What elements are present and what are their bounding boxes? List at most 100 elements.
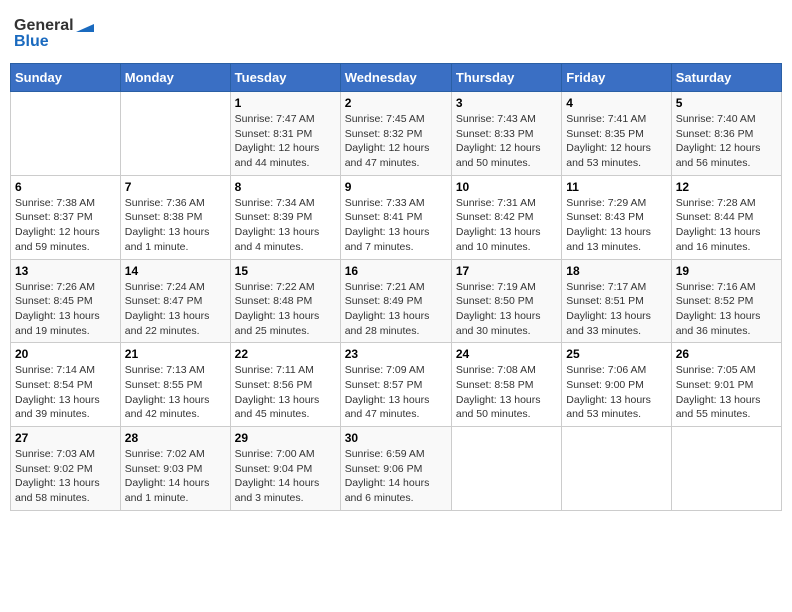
- day-number: 18: [566, 264, 666, 278]
- day-info: Sunrise: 7:28 AM Sunset: 8:44 PM Dayligh…: [676, 196, 777, 255]
- week-row-3: 13Sunrise: 7:26 AM Sunset: 8:45 PM Dayli…: [11, 259, 782, 343]
- day-info: Sunrise: 7:43 AM Sunset: 8:33 PM Dayligh…: [456, 112, 557, 171]
- day-number: 1: [235, 96, 336, 110]
- day-info: Sunrise: 7:29 AM Sunset: 8:43 PM Dayligh…: [566, 196, 666, 255]
- day-header-saturday: Saturday: [671, 64, 781, 92]
- day-info: Sunrise: 7:16 AM Sunset: 8:52 PM Dayligh…: [676, 280, 777, 339]
- day-number: 17: [456, 264, 557, 278]
- calendar-cell: 30 Sunrise: 6:59 AM Sunset: 9:06 PM Dayli…: [340, 427, 451, 511]
- day-number: 30: [345, 431, 447, 445]
- day-info: Sunrise: 7:21 AM Sunset: 8:49 PM Dayligh…: [345, 280, 447, 339]
- logo-text: General Blue: [14, 10, 104, 55]
- calendar-cell: 13Sunrise: 7:26 AM Sunset: 8:45 PM Dayli…: [11, 259, 121, 343]
- calendar-cell: 11Sunrise: 7:29 AM Sunset: 8:43 PM Dayli…: [562, 175, 671, 259]
- day-info: Sunrise: 7:34 AM Sunset: 8:39 PM Dayligh…: [235, 196, 336, 255]
- day-info: Sunrise: 7:13 AM Sunset: 8:55 PM Dayligh…: [125, 363, 226, 422]
- day-header-thursday: Thursday: [451, 64, 561, 92]
- week-row-1: 1 Sunrise: 7:47 AM Sunset: 8:31 PM Daylig…: [11, 92, 782, 176]
- day-info: Sunrise: 7:41 AM Sunset: 8:35 PM Dayligh…: [566, 112, 666, 171]
- calendar-body: 1 Sunrise: 7:47 AM Sunset: 8:31 PM Daylig…: [11, 92, 782, 511]
- day-info: Sunrise: 6:59 AM Sunset: 9:06 PM Dayligh…: [345, 447, 447, 506]
- calendar-cell: 25 Sunrise: 7:06 AM Sunset: 9:00 PM Dayli…: [562, 343, 671, 427]
- day-number: 21: [125, 347, 226, 361]
- calendar-cell: 6Sunrise: 7:38 AM Sunset: 8:37 PM Daylig…: [11, 175, 121, 259]
- day-header-tuesday: Tuesday: [230, 64, 340, 92]
- calendar-cell: [120, 92, 230, 176]
- week-row-2: 6Sunrise: 7:38 AM Sunset: 8:37 PM Daylig…: [11, 175, 782, 259]
- day-info: Sunrise: 7:06 AM Sunset: 9:00 PM Dayligh…: [566, 363, 666, 422]
- day-number: 16: [345, 264, 447, 278]
- calendar-cell: 8 Sunrise: 7:34 AM Sunset: 8:39 PM Daylig…: [230, 175, 340, 259]
- calendar-cell: 10 Sunrise: 7:31 AM Sunset: 8:42 PM Dayli…: [451, 175, 561, 259]
- day-number: 10: [456, 180, 557, 194]
- days-of-week-row: SundayMondayTuesdayWednesdayThursdayFrid…: [11, 64, 782, 92]
- svg-text:General: General: [14, 17, 74, 34]
- day-number: 9: [345, 180, 447, 194]
- calendar-cell: 18 Sunrise: 7:17 AM Sunset: 8:51 PM Dayli…: [562, 259, 671, 343]
- calendar-cell: 27 Sunrise: 7:03 AM Sunset: 9:02 PM Dayli…: [11, 427, 121, 511]
- calendar-cell: 1 Sunrise: 7:47 AM Sunset: 8:31 PM Daylig…: [230, 92, 340, 176]
- calendar-cell: 2 Sunrise: 7:45 AM Sunset: 8:32 PM Daylig…: [340, 92, 451, 176]
- day-info: Sunrise: 7:11 AM Sunset: 8:56 PM Dayligh…: [235, 363, 336, 422]
- calendar-cell: 24 Sunrise: 7:08 AM Sunset: 8:58 PM Dayli…: [451, 343, 561, 427]
- calendar-cell: 7 Sunrise: 7:36 AM Sunset: 8:38 PM Daylig…: [120, 175, 230, 259]
- day-number: 8: [235, 180, 336, 194]
- svg-text:Blue: Blue: [14, 33, 49, 50]
- calendar-cell: 26 Sunrise: 7:05 AM Sunset: 9:01 PM Dayli…: [671, 343, 781, 427]
- day-info: Sunrise: 7:47 AM Sunset: 8:31 PM Dayligh…: [235, 112, 336, 171]
- day-info: Sunrise: 7:08 AM Sunset: 8:58 PM Dayligh…: [456, 363, 557, 422]
- calendar-cell: [671, 427, 781, 511]
- calendar-cell: 23Sunrise: 7:09 AM Sunset: 8:57 PM Dayli…: [340, 343, 451, 427]
- calendar-cell: 3 Sunrise: 7:43 AM Sunset: 8:33 PM Daylig…: [451, 92, 561, 176]
- calendar-cell: 20Sunrise: 7:14 AM Sunset: 8:54 PM Dayli…: [11, 343, 121, 427]
- day-info: Sunrise: 7:33 AM Sunset: 8:41 PM Dayligh…: [345, 196, 447, 255]
- day-header-sunday: Sunday: [11, 64, 121, 92]
- day-info: Sunrise: 7:40 AM Sunset: 8:36 PM Dayligh…: [676, 112, 777, 171]
- day-number: 29: [235, 431, 336, 445]
- calendar-cell: 29Sunrise: 7:00 AM Sunset: 9:04 PM Dayli…: [230, 427, 340, 511]
- day-number: 22: [235, 347, 336, 361]
- day-number: 25: [566, 347, 666, 361]
- day-number: 24: [456, 347, 557, 361]
- calendar-cell: 19 Sunrise: 7:16 AM Sunset: 8:52 PM Dayli…: [671, 259, 781, 343]
- day-info: Sunrise: 7:38 AM Sunset: 8:37 PM Dayligh…: [15, 196, 116, 255]
- calendar-cell: 5 Sunrise: 7:40 AM Sunset: 8:36 PM Daylig…: [671, 92, 781, 176]
- calendar-cell: [11, 92, 121, 176]
- calendar-header: SundayMondayTuesdayWednesdayThursdayFrid…: [11, 64, 782, 92]
- logo: General Blue: [14, 10, 104, 55]
- day-header-monday: Monday: [120, 64, 230, 92]
- day-number: 4: [566, 96, 666, 110]
- day-number: 26: [676, 347, 777, 361]
- calendar-cell: 21 Sunrise: 7:13 AM Sunset: 8:55 PM Dayli…: [120, 343, 230, 427]
- day-info: Sunrise: 7:36 AM Sunset: 8:38 PM Dayligh…: [125, 196, 226, 255]
- calendar-cell: 22 Sunrise: 7:11 AM Sunset: 8:56 PM Dayli…: [230, 343, 340, 427]
- calendar-table: SundayMondayTuesdayWednesdayThursdayFrid…: [10, 63, 782, 511]
- day-info: Sunrise: 7:26 AM Sunset: 8:45 PM Dayligh…: [15, 280, 116, 339]
- week-row-4: 20Sunrise: 7:14 AM Sunset: 8:54 PM Dayli…: [11, 343, 782, 427]
- day-number: 23: [345, 347, 447, 361]
- day-info: Sunrise: 7:45 AM Sunset: 8:32 PM Dayligh…: [345, 112, 447, 171]
- calendar-cell: 17 Sunrise: 7:19 AM Sunset: 8:50 PM Dayli…: [451, 259, 561, 343]
- day-number: 3: [456, 96, 557, 110]
- day-info: Sunrise: 7:19 AM Sunset: 8:50 PM Dayligh…: [456, 280, 557, 339]
- calendar-cell: 9 Sunrise: 7:33 AM Sunset: 8:41 PM Daylig…: [340, 175, 451, 259]
- day-info: Sunrise: 7:31 AM Sunset: 8:42 PM Dayligh…: [456, 196, 557, 255]
- day-info: Sunrise: 7:24 AM Sunset: 8:47 PM Dayligh…: [125, 280, 226, 339]
- calendar-cell: 15 Sunrise: 7:22 AM Sunset: 8:48 PM Dayli…: [230, 259, 340, 343]
- day-number: 14: [125, 264, 226, 278]
- day-info: Sunrise: 7:22 AM Sunset: 8:48 PM Dayligh…: [235, 280, 336, 339]
- day-number: 7: [125, 180, 226, 194]
- calendar-cell: [451, 427, 561, 511]
- day-number: 15: [235, 264, 336, 278]
- day-number: 19: [676, 264, 777, 278]
- day-number: 5: [676, 96, 777, 110]
- calendar-cell: 12 Sunrise: 7:28 AM Sunset: 8:44 PM Dayli…: [671, 175, 781, 259]
- day-number: 27: [15, 431, 116, 445]
- day-info: Sunrise: 7:17 AM Sunset: 8:51 PM Dayligh…: [566, 280, 666, 339]
- calendar-cell: 14 Sunrise: 7:24 AM Sunset: 8:47 PM Dayli…: [120, 259, 230, 343]
- calendar-cell: [562, 427, 671, 511]
- day-info: Sunrise: 7:03 AM Sunset: 9:02 PM Dayligh…: [15, 447, 116, 506]
- day-info: Sunrise: 7:05 AM Sunset: 9:01 PM Dayligh…: [676, 363, 777, 422]
- day-number: 2: [345, 96, 447, 110]
- day-number: 12: [676, 180, 777, 194]
